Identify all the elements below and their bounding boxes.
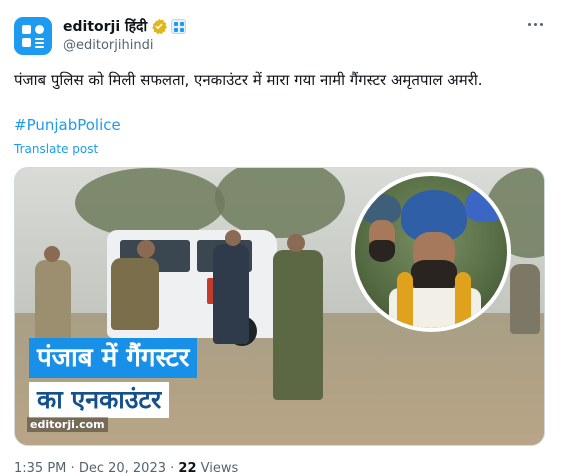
photo-person-head [137, 240, 155, 258]
more-dot [534, 23, 537, 26]
watermark: editorji.com [27, 417, 108, 432]
photo-person-head [225, 230, 241, 246]
verified-badge-icon [152, 18, 168, 34]
avatar[interactable] [14, 17, 52, 55]
more-horizontal-icon[interactable] [528, 23, 543, 26]
logo-bar-1 [35, 38, 44, 40]
meta-separator: · [170, 461, 175, 473]
logo-dot [35, 25, 44, 34]
photo-person [213, 244, 249, 344]
meta-separator: · [70, 461, 75, 473]
photo-tree [75, 168, 225, 238]
headline-banner-1: पंजाब में गैंगस्टर [29, 338, 198, 378]
post-date[interactable]: Dec 20, 2023 [79, 461, 166, 473]
hashtag-link[interactable]: #PunjabPolice [14, 116, 121, 134]
post-text: पंजाब पुलिस को मिली सफलता, एनकाउंटर में … [14, 71, 483, 89]
photo-scarf [397, 272, 413, 328]
photo-person [273, 250, 323, 400]
author-handle[interactable]: @editorjihindi [63, 38, 153, 53]
views-count: 22 [178, 461, 197, 473]
views-label: Views [200, 461, 239, 473]
photo-inset-circle [351, 172, 511, 332]
post-meta: 1:35 PM · Dec 20, 2023 · 22 Views [14, 461, 238, 473]
photo-scarf [455, 272, 471, 328]
headline-banner-2: का एनकाउंटर [29, 382, 170, 418]
post-media-image[interactable]: पंजाब में गैंगस्टर का एनकाउंटर editorji.… [14, 167, 545, 446]
logo-bar-2 [35, 42, 44, 44]
post-time[interactable]: 1:35 PM [14, 461, 66, 473]
photo-person [111, 258, 159, 330]
logo-block-1 [22, 25, 31, 34]
more-dot [540, 23, 543, 26]
photo-person [35, 260, 71, 340]
photo-person-head [287, 234, 305, 252]
photo-turban [465, 188, 505, 222]
logo-block-2 [22, 38, 31, 47]
author-display-name[interactable]: editorji हिंदी [63, 17, 147, 36]
photo-person-head [44, 246, 60, 262]
affiliate-badge-icon [171, 18, 187, 34]
photo-person [510, 264, 540, 334]
more-dot [528, 23, 531, 26]
author-name-row: editorji हिंदी [63, 17, 187, 36]
logo-bar-3 [35, 46, 44, 48]
photo-beard [369, 240, 395, 262]
translate-post-link[interactable]: Translate post [14, 142, 98, 156]
